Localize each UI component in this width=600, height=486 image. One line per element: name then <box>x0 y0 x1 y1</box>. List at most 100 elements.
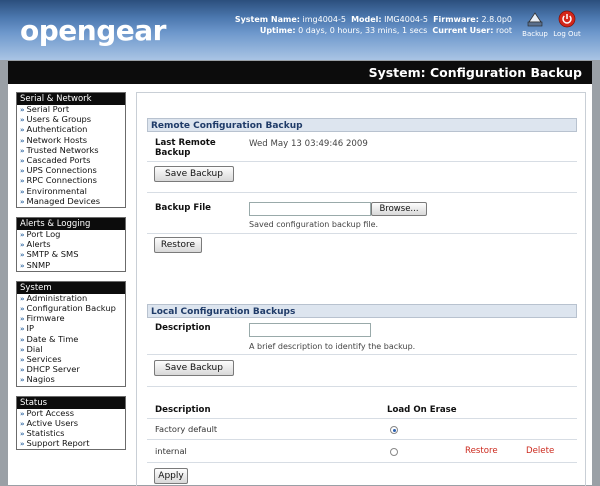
backup-file-input[interactable] <box>249 202 371 216</box>
sidebar-item-label: RPC Connections <box>26 175 97 186</box>
sidebar-item-label: Alerts <box>26 239 51 250</box>
arrow-icon: » <box>20 430 25 439</box>
arrow-icon: » <box>20 366 25 375</box>
arrow-icon: » <box>20 294 25 303</box>
arrow-icon: » <box>20 345 25 354</box>
sidebar-item-label: DHCP Server <box>26 364 80 375</box>
arrow-icon: » <box>20 419 25 428</box>
opengear-logo: opengear <box>20 14 166 47</box>
arrow-icon: » <box>20 440 25 449</box>
sidebar: Serial & Network » Serial Port » Users & G… <box>16 92 126 451</box>
sidebar-item-label: SNMP <box>26 259 51 270</box>
description-input[interactable] <box>249 323 371 337</box>
current-user-label: Current User: <box>432 26 494 35</box>
last-remote-backup-value: Wed May 13 03:49:46 2009 <box>249 139 368 149</box>
logout-label: Log Out <box>553 30 581 38</box>
system-name-label: System Name: <box>234 15 300 24</box>
sidebar-item-snmp[interactable]: » SNMP <box>17 259 125 271</box>
header: opengear System Name: img4004-5 Model: I… <box>0 0 600 60</box>
system-name-value: img4004-5 <box>302 15 346 24</box>
sidebar-item-label: Active Users <box>26 417 79 428</box>
arrow-icon: » <box>20 325 25 334</box>
backup-header-label: Backup <box>522 30 548 38</box>
sidebar-item-label: Managed Devices <box>26 195 101 206</box>
arrow-icon: » <box>20 305 25 314</box>
backup-file-hint: Saved configuration backup file. <box>249 220 379 229</box>
arrow-icon: » <box>20 251 25 260</box>
arrow-icon: » <box>20 126 25 135</box>
backup-file-label: Backup File <box>155 203 212 213</box>
system-info: System Name: img4004-5 Model: IMG4004-5 … <box>235 14 512 36</box>
arrow-icon: » <box>20 197 25 206</box>
sidebar-item-label: Environmental <box>26 185 87 196</box>
divider <box>147 462 577 463</box>
remote-backup-heading: Remote Configuration Backup <box>147 118 577 132</box>
description-label: Description <box>155 323 211 333</box>
uptime-value: 0 days, 0 hours, 33 mins, 1 secs <box>298 26 428 35</box>
browse-button[interactable]: Browse... <box>371 202 427 216</box>
logout-button[interactable]: Log Out <box>550 10 584 38</box>
sidebar-item-label: Date & Time <box>26 333 79 344</box>
arrow-icon: » <box>20 376 25 385</box>
arrow-icon: » <box>20 116 25 125</box>
current-user-value: root <box>495 26 512 35</box>
sidebar-item-label: Trusted Networks <box>26 144 99 155</box>
divider <box>147 354 577 355</box>
page-title: System: Configuration Backup <box>368 65 582 80</box>
sidebar-item-label: Firmware <box>26 313 65 324</box>
backup-header-button[interactable]: Backup <box>518 10 552 38</box>
sidebar-item-managed-devices[interactable]: » Managed Devices <box>17 195 125 207</box>
sidebar-item-label: Nagios <box>26 374 55 385</box>
sidebar-item-label: Support Report <box>26 438 90 449</box>
uptime-label: Uptime: <box>259 26 296 35</box>
sidebar-item-label: Administration <box>26 292 88 303</box>
divider <box>147 386 577 387</box>
model-value: IMG4004-5 <box>384 15 428 24</box>
restore-link[interactable]: Restore <box>465 446 498 456</box>
divider <box>147 161 577 162</box>
remote-restore-button[interactable]: Restore <box>154 237 202 253</box>
main-panel: Remote Configuration Backup Last Remote … <box>136 92 586 486</box>
load-on-erase-radio[interactable] <box>390 426 398 434</box>
load-on-erase-radio[interactable] <box>390 448 398 456</box>
sidebar-item-nagios[interactable]: » Nagios <box>17 375 125 385</box>
backup-description: internal <box>155 446 187 456</box>
arrow-icon: » <box>20 136 25 145</box>
menu-serial-network: Serial & Network » Serial Port » Users & G… <box>16 92 126 209</box>
remote-save-backup-button[interactable]: Save Backup <box>154 166 234 182</box>
last-remote-backup-label: Last Remote Backup <box>155 138 216 158</box>
sidebar-item-support-report[interactable]: » Support Report <box>17 439 125 449</box>
menu-alerts-logging: Alerts & Logging » Port Log » Alerts » SMTP… <box>16 217 126 272</box>
backup-description: Factory default <box>155 424 218 434</box>
sidebar-item-label: Port Log <box>26 229 61 240</box>
arrow-icon: » <box>20 157 25 166</box>
divider <box>147 439 577 440</box>
divider <box>147 233 577 234</box>
arrow-icon: » <box>20 241 25 250</box>
arrow-icon: » <box>20 146 25 155</box>
sidebar-item-label: Statistics <box>26 428 65 439</box>
arrow-icon: » <box>20 187 25 196</box>
menu-system: System » Administration » Configuration Ba… <box>16 280 126 387</box>
firmware-value: 2.8.0p0 <box>481 15 512 24</box>
local-save-backup-button[interactable]: Save Backup <box>154 360 234 376</box>
sidebar-item-label: Services <box>26 354 62 365</box>
sidebar-item-label: Configuration Backup <box>26 303 116 314</box>
sidebar-item-label: Users & Groups <box>26 114 92 125</box>
apply-button[interactable]: Apply <box>154 468 188 484</box>
arrow-icon: » <box>20 335 25 344</box>
sidebar-item-label: Authentication <box>26 124 88 135</box>
arrow-icon: » <box>20 315 25 324</box>
divider <box>147 192 577 193</box>
sidebar-item-label: IP <box>26 323 34 334</box>
description-hint: A brief description to identify the back… <box>249 342 416 351</box>
arrow-icon: » <box>20 106 25 114</box>
divider <box>147 418 577 419</box>
sidebar-item-label: UPS Connections <box>26 165 97 176</box>
model-label: Model: <box>351 15 382 24</box>
arrow-icon: » <box>20 177 25 186</box>
arrow-icon: » <box>20 231 25 240</box>
firmware-label: Firmware: <box>433 15 479 24</box>
local-backups-heading: Local Configuration Backups <box>147 304 577 318</box>
delete-link[interactable]: Delete <box>526 446 554 456</box>
